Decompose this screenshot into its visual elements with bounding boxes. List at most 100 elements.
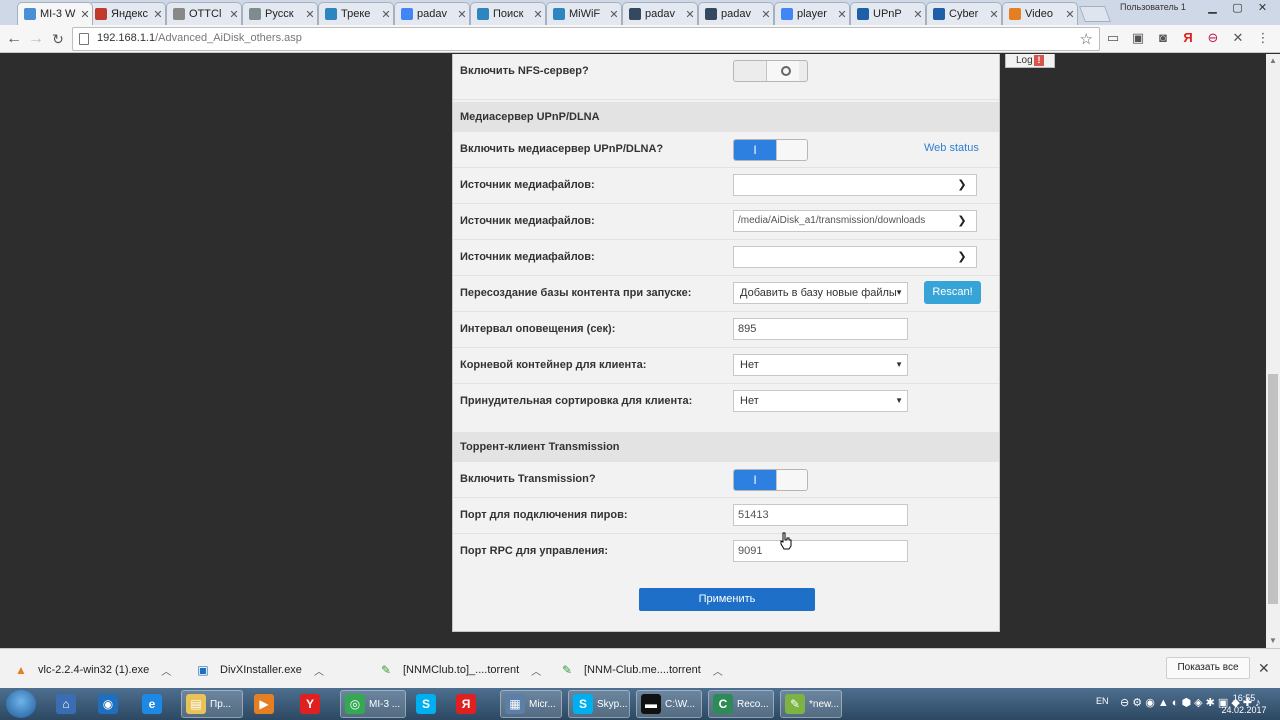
browser-tab[interactable]: OTTCl ✕ xyxy=(166,2,242,25)
browser-tab[interactable]: padav ✕ xyxy=(622,2,698,25)
extension-icon[interactable]: ▣ xyxy=(1129,29,1147,47)
bookmark-star-icon[interactable]: ☆ xyxy=(1080,30,1093,48)
close-tab-icon[interactable]: ✕ xyxy=(227,8,241,21)
extension-icon[interactable]: ◙ xyxy=(1154,29,1172,47)
close-tab-icon[interactable]: ✕ xyxy=(759,8,773,21)
address-bar[interactable]: 192.168.1.1/Advanced_AiDisk_others.asp ☆ xyxy=(72,27,1100,51)
close-tab-icon[interactable]: ✕ xyxy=(683,8,697,21)
apply-button[interactable]: Применить xyxy=(639,588,815,611)
browser-tab[interactable]: Яндекс ✕ xyxy=(88,2,166,25)
browser-tab[interactable]: Video ✕ xyxy=(1002,2,1078,25)
download-item[interactable]: ▣ DivXInstaller.exe ︿ xyxy=(196,661,324,679)
dlna-toggle[interactable]: I xyxy=(733,139,808,161)
browser-tab[interactable]: Cyber ✕ xyxy=(926,2,1002,25)
tab-title: UPnP xyxy=(873,8,902,20)
peer-port-label: Порт для подключения пиров: xyxy=(460,509,628,521)
nfs-toggle[interactable] xyxy=(733,60,808,82)
browser-tab[interactable]: Треке ✕ xyxy=(318,2,394,25)
media-source-combo[interactable]: ❯ xyxy=(733,174,977,196)
adblock-icon[interactable]: ⊖ xyxy=(1204,29,1222,47)
scrollbar-thumb[interactable] xyxy=(1268,374,1278,604)
browser-tab[interactable]: padav ✕ xyxy=(394,2,470,25)
taskbar-button[interactable]: ▦ Micr... xyxy=(500,690,562,718)
taskbar-button[interactable]: Я xyxy=(452,690,494,718)
browser-tab[interactable]: Поиск ✕ xyxy=(470,2,546,25)
close-tab-icon[interactable]: ✕ xyxy=(987,8,1001,21)
taskbar-button[interactable]: Y xyxy=(296,690,332,718)
forced-sort-select[interactable]: Нет ▼ xyxy=(733,390,908,412)
start-button[interactable] xyxy=(6,690,36,718)
root-container-select[interactable]: Нет ▼ xyxy=(733,354,908,376)
rpc-port-input[interactable]: 9091 xyxy=(733,540,908,562)
taskbar-button[interactable]: ▤ Пр... xyxy=(181,690,243,718)
chevron-up-icon[interactable]: ︿ xyxy=(161,663,171,678)
rpc-port-row: Порт RPC для управления: 9091 xyxy=(453,534,999,570)
chevron-down-icon[interactable]: ❯ xyxy=(948,211,976,231)
chevron-up-icon[interactable]: ︿ xyxy=(713,663,723,678)
chevron-down-icon[interactable]: ❯ xyxy=(948,247,976,267)
browser-tab[interactable]: Русск ✕ xyxy=(242,2,318,25)
taskbar-button[interactable]: e xyxy=(138,690,174,718)
media-source-combo[interactable]: /media/AiDisk_a1/transmission/downloads … xyxy=(733,210,977,232)
rescan-button[interactable]: Rescan! xyxy=(924,281,981,304)
taskbar-button[interactable]: ▶ xyxy=(250,690,286,718)
tab-title: player xyxy=(797,8,827,20)
taskbar-button[interactable]: ⌂ xyxy=(52,690,88,718)
taskbar-button[interactable]: ◉ xyxy=(94,690,130,718)
taskbar-button[interactable]: S Skyp... xyxy=(568,690,630,718)
download-item[interactable]: ✎ [NNM-Club.me....torrent ︿ xyxy=(560,661,723,679)
menu-icon[interactable]: ⋮ xyxy=(1254,29,1272,47)
download-item[interactable]: ✎ [NNMClub.to]_....torrent ︿ xyxy=(379,661,541,679)
chevron-up-icon[interactable]: ︿ xyxy=(531,663,541,678)
cast-icon[interactable]: ▭ xyxy=(1104,29,1122,47)
taskbar-button[interactable]: ▬ C:\W... xyxy=(636,690,702,718)
extension-x-icon[interactable]: ✕ xyxy=(1229,29,1247,47)
download-item[interactable]: ▲ vlc-2.2.4-win32 (1).exe ︿ xyxy=(14,661,171,679)
browser-tab[interactable]: player ✕ xyxy=(774,2,850,25)
close-icon[interactable]: ✕ xyxy=(1258,660,1270,677)
profile-label[interactable]: Пользователь 1 xyxy=(1120,2,1186,12)
close-tab-icon[interactable]: ✕ xyxy=(531,8,545,21)
taskbar-button[interactable]: C Reco... xyxy=(708,690,774,718)
media-source-combo[interactable]: ❯ xyxy=(733,246,977,268)
close-tab-icon[interactable]: ✕ xyxy=(835,8,849,21)
scroll-up-icon[interactable]: ▲ xyxy=(1269,56,1277,65)
browser-tab[interactable]: UPnP ✕ xyxy=(850,2,926,25)
reload-icon[interactable]: ↻ xyxy=(48,29,68,49)
page-scrollbar[interactable]: ▲ ▼ xyxy=(1266,54,1280,648)
taskbar-button[interactable]: ✎ *new... xyxy=(780,690,842,718)
close-tab-icon[interactable]: ✕ xyxy=(379,8,393,21)
minimize-button[interactable]: ▁ xyxy=(1200,0,1225,18)
web-status-link[interactable]: Web status xyxy=(924,142,979,154)
yandex-icon[interactable]: Я xyxy=(1179,29,1197,47)
clock[interactable]: 16:55 24.02.2017 xyxy=(1214,692,1274,716)
close-tab-icon[interactable]: ✕ xyxy=(151,8,165,21)
scroll-down-icon[interactable]: ▼ xyxy=(1269,636,1277,645)
maximize-button[interactable]: ▢ xyxy=(1225,0,1250,18)
new-tab-button[interactable] xyxy=(1079,6,1111,22)
taskbar-button[interactable]: ◎ MI-3 ... xyxy=(340,690,406,718)
chevron-down-icon[interactable]: ❯ xyxy=(948,175,976,195)
browser-tab[interactable]: MiWiF ✕ xyxy=(546,2,622,25)
close-tab-icon[interactable]: ✕ xyxy=(1063,8,1077,21)
browser-tab[interactable]: MI-3 W ✕ xyxy=(17,2,93,25)
back-icon[interactable]: ← xyxy=(4,29,24,49)
taskbar-button[interactable]: S xyxy=(412,690,448,718)
browser-tab[interactable]: padav ✕ xyxy=(698,2,774,25)
rebuild-db-select[interactable]: Добавить в базу новые файлы ▼ xyxy=(733,282,908,304)
close-window-button[interactable]: ✕ xyxy=(1250,0,1275,18)
close-tab-icon[interactable]: ✕ xyxy=(303,8,317,21)
transmission-toggle[interactable]: I xyxy=(733,469,808,491)
show-all-downloads-button[interactable]: Показать все xyxy=(1166,657,1250,679)
download-filename: vlc-2.2.4-win32 (1).exe xyxy=(38,664,150,676)
peer-port-input[interactable]: 51413 xyxy=(733,504,908,526)
close-tab-icon[interactable]: ✕ xyxy=(911,8,925,21)
close-tab-icon[interactable]: ✕ xyxy=(455,8,469,21)
close-tab-icon[interactable]: ✕ xyxy=(78,8,92,21)
log-button[interactable]: Log! xyxy=(1005,54,1055,68)
chevron-up-icon[interactable]: ︿ xyxy=(314,663,324,678)
close-tab-icon[interactable]: ✕ xyxy=(607,8,621,21)
forward-icon[interactable]: → xyxy=(26,29,46,49)
notify-interval-input[interactable]: 895 xyxy=(733,318,908,340)
language-indicator[interactable]: EN xyxy=(1096,696,1109,706)
